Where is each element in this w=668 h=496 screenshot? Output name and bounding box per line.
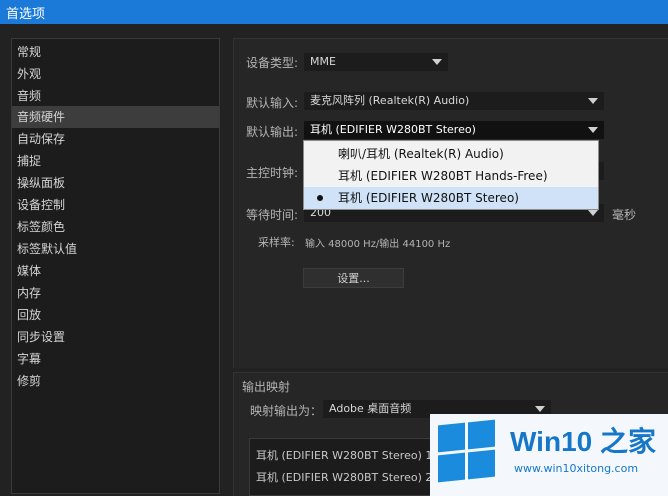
sidebar-item-audio-hardware[interactable]: 音频硬件 (12, 106, 219, 128)
sidebar-item-appearance[interactable]: 外观 (12, 63, 219, 85)
map-output-value: Adobe 桌面音频 (329, 402, 412, 415)
device-type-value: MME (310, 55, 336, 68)
map-output-label: 映射输出为： (250, 404, 323, 418)
sidebar-item-label-defaults[interactable]: 标签默认值 (12, 238, 219, 260)
settings-button[interactable]: 设置... (303, 268, 404, 288)
chevron-down-icon (432, 59, 442, 65)
sidebar-item-audio[interactable]: 音频 (12, 85, 219, 107)
chevron-down-icon (588, 210, 598, 216)
menu-item-label: 耳机 (EDIFIER W280BT Hands-Free) (338, 169, 548, 183)
default-input-value: 麦克风阵列 (Realtek(R) Audio) (310, 94, 470, 107)
sample-rate-label: 采样率: (258, 236, 295, 249)
output-channel-2[interactable]: 耳机 (EDIFIER W280BT Stereo) 2 (256, 469, 432, 485)
sidebar-item-control-surface[interactable]: 操纵面板 (12, 172, 219, 194)
chevron-down-icon (588, 98, 598, 104)
default-output-label: 默认输出: (246, 125, 299, 139)
sidebar-item-trim[interactable]: 修剪 (12, 370, 219, 392)
sidebar-item-media[interactable]: 媒体 (12, 260, 219, 282)
sidebar-item-auto-save[interactable]: 自动保存 (12, 128, 219, 150)
menu-item-edifier-stereo[interactable]: 耳机 (EDIFIER W280BT Stereo) (304, 187, 598, 209)
menu-item-label: 耳机 (EDIFIER W280BT Stereo) (338, 191, 519, 205)
output-mapping-title: 输出映射 (242, 380, 291, 394)
sidebar-item-sync-settings[interactable]: 同步设置 (12, 326, 219, 348)
output-channel-1[interactable]: 耳机 (EDIFIER W280BT Stereo) 1 (256, 447, 432, 463)
selected-dot-icon (317, 195, 323, 201)
sidebar-item-capture[interactable]: 捕捉 (12, 150, 219, 172)
sidebar: 常规 外观 音频 音频硬件 自动保存 捕捉 操纵面板 设备控制 标签颜色 标签默… (11, 38, 220, 494)
output-device-menu: 喇叭/耳机 (Realtek(R) Audio) 耳机 (EDIFIER W28… (303, 140, 599, 210)
sidebar-item-device-control[interactable]: 设备控制 (12, 194, 219, 216)
menu-item-realtek-speakers[interactable]: 喇叭/耳机 (Realtek(R) Audio) (304, 143, 598, 165)
sidebar-item-playback[interactable]: 回放 (12, 304, 219, 326)
watermark-title: Win10 之家 (510, 426, 656, 457)
menu-item-edifier-hands-free[interactable]: 耳机 (EDIFIER W280BT Hands-Free) (304, 165, 598, 187)
sidebar-item-label-colors[interactable]: 标签颜色 (12, 216, 219, 238)
latency-label: 等待时间: (246, 208, 299, 222)
sidebar-item-memory[interactable]: 内存 (12, 282, 219, 304)
chevron-down-icon (588, 127, 598, 133)
default-input-label: 默认输入: (246, 96, 299, 110)
default-output-dropdown[interactable]: 耳机 (EDIFIER W280BT Stereo) (304, 121, 604, 139)
sample-rate-value: 输入 48000 Hz/输出 44100 Hz (305, 239, 451, 250)
device-type-label: 设备类型: (246, 56, 299, 70)
menu-item-label: 喇叭/耳机 (Realtek(R) Audio) (338, 147, 504, 161)
windows-logo-icon (438, 419, 498, 483)
sidebar-item-general[interactable]: 常规 (12, 41, 219, 63)
title-bar: 首选项 (0, 0, 668, 24)
latency-unit: 毫秒 (612, 208, 637, 222)
watermark-url: www.win10xitong.com (514, 462, 639, 475)
chevron-down-icon (535, 406, 545, 412)
master-clock-label: 主控时钟: (246, 166, 299, 180)
device-type-dropdown[interactable]: MME (304, 53, 448, 71)
watermark: Win10 之家 www.win10xitong.com (430, 414, 668, 496)
sidebar-item-captions[interactable]: 字幕 (12, 348, 219, 370)
window-title: 首选项 (6, 7, 46, 22)
default-input-dropdown[interactable]: 麦克风阵列 (Realtek(R) Audio) (304, 92, 604, 110)
default-output-value: 耳机 (EDIFIER W280BT Stereo) (310, 123, 476, 136)
